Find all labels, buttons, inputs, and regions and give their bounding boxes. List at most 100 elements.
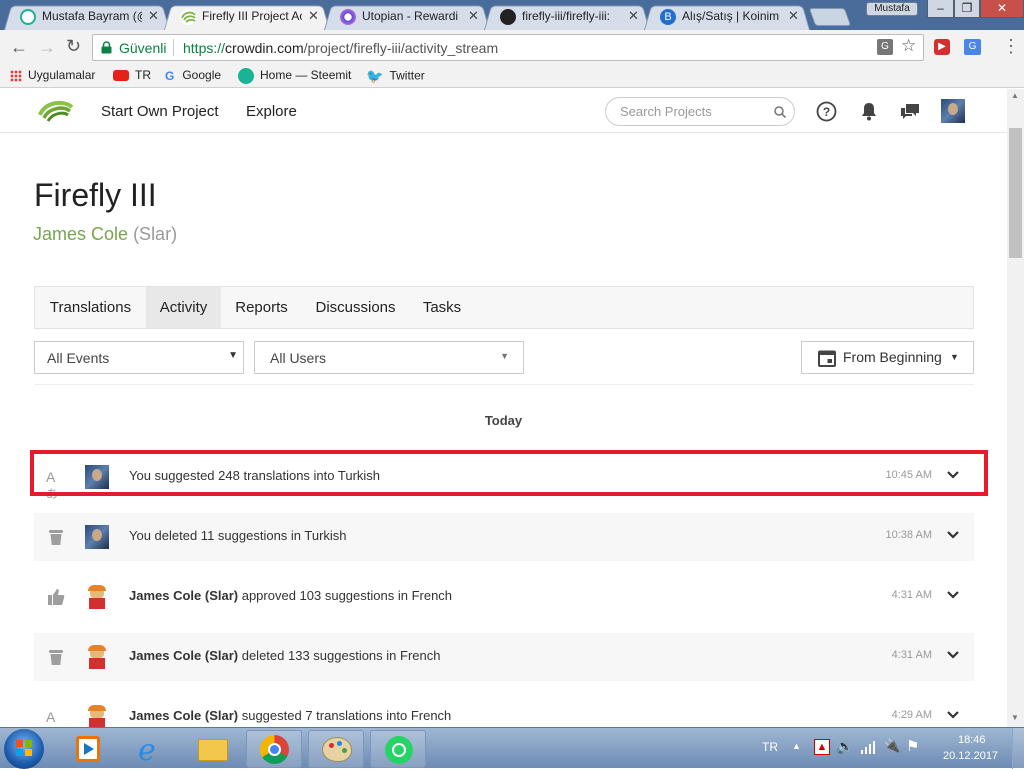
tab-activity[interactable]: Activity — [146, 287, 221, 328]
tab-tasks[interactable]: Tasks — [409, 287, 475, 328]
chevron-down-icon[interactable] — [946, 589, 960, 601]
minimize-button[interactable]: – — [927, 0, 954, 18]
scroll-down-icon[interactable]: ▼ — [1011, 713, 1019, 722]
bookmark-apps[interactable]: Uygulamalar — [10, 68, 95, 84]
clock-time[interactable]: 18:46 — [958, 734, 986, 746]
trash-icon — [49, 530, 63, 545]
activity-time: 10:38 AM — [885, 529, 932, 541]
activity-row[interactable]: James Cole (Slar) deleted 133 suggestion… — [34, 633, 974, 681]
project-owner[interactable]: James Cole (Slar) — [33, 224, 177, 245]
close-tab-icon[interactable]: ✕ — [468, 8, 479, 24]
tab-title: Utopian - Rewardi — [362, 9, 459, 23]
back-icon[interactable]: ← — [10, 37, 28, 58]
reload-icon[interactable]: ↻ — [66, 36, 81, 57]
chevron-down-icon[interactable] — [946, 529, 960, 541]
chevron-down-icon[interactable] — [946, 649, 960, 661]
dropdown-caret-icon: ▼ — [500, 351, 509, 361]
maximize-button[interactable]: ❐ — [954, 0, 980, 18]
clock-date[interactable]: 20.12.2017 — [943, 750, 998, 762]
whatsapp-taskbar-icon[interactable] — [370, 730, 426, 768]
tab-translations[interactable]: Translations — [35, 287, 146, 328]
lock-icon — [101, 41, 112, 54]
close-tab-icon[interactable]: ✕ — [788, 8, 799, 24]
activity-row[interactable]: Aあ James Cole (Slar) suggested 7 transla… — [34, 693, 974, 727]
file-explorer-taskbar-icon[interactable] — [185, 730, 241, 768]
start-button[interactable] — [4, 729, 44, 769]
activity-text: James Cole (Slar) approved 103 suggestio… — [129, 588, 453, 603]
power-icon[interactable]: 🔌 — [884, 738, 900, 754]
browser-tab[interactable]: B Alış/Satış | Koinim ✕ — [644, 3, 810, 31]
start-own-project-link[interactable]: Start Own Project — [101, 103, 219, 120]
youtube-icon — [113, 70, 129, 82]
chrome-taskbar-icon[interactable] — [246, 730, 302, 768]
paint-taskbar-icon[interactable] — [308, 730, 364, 768]
chevron-down-icon[interactable] — [946, 709, 960, 721]
scrollbar-thumb[interactable] — [1009, 128, 1022, 258]
search-input[interactable]: Search Projects — [605, 97, 795, 126]
security-label: Güvenli — [119, 40, 167, 56]
notifications-bell-icon[interactable] — [861, 102, 877, 121]
steemit-favicon-icon — [20, 9, 36, 25]
bookmark-twitter[interactable]: 🐦 Twitter — [366, 68, 425, 84]
site-header: Start Own Project Explore Search Project… — [0, 89, 1007, 133]
internet-explorer-taskbar-icon[interactable]: e — [124, 730, 180, 768]
close-window-button[interactable]: ✕ — [980, 0, 1024, 18]
extension-icon[interactable]: ▶ — [934, 39, 950, 55]
scroll-up-icon[interactable]: ▲ — [1011, 91, 1019, 100]
show-desktop-button[interactable] — [1012, 728, 1024, 769]
antivirus-icon[interactable]: ▲ — [814, 739, 830, 755]
page-scrollbar[interactable]: ▲ ▼ — [1007, 89, 1024, 727]
dropdown-caret-icon: ▼ — [950, 352, 959, 362]
translate-icon: Aあ — [46, 709, 56, 725]
language-indicator[interactable]: TR — [762, 740, 778, 754]
explore-link[interactable]: Explore — [246, 103, 297, 120]
svg-text:?: ? — [823, 105, 830, 119]
users-filter-select[interactable]: All Users ▼ — [254, 341, 524, 374]
cartoon-avatar — [85, 645, 109, 669]
volume-icon[interactable]: 🔈 — [836, 738, 853, 755]
windows-taskbar: e TR ▲ ▲ 🔈 🔌 ⚑ 18:46 20.12.2017 — [0, 727, 1024, 769]
bookmark-google[interactable]: G Google — [165, 68, 221, 84]
messages-icon[interactable] — [900, 103, 920, 120]
tab-title: Alış/Satış | Koinim — [682, 9, 780, 23]
tab-title: firefly-iii/firefly-iii: — [522, 9, 610, 23]
browser-tab[interactable]: Utopian - Rewardi ✕ — [324, 3, 490, 31]
browser-tab-active[interactable]: Firefly III Project Ac ✕ — [164, 3, 330, 31]
menu-icon[interactable]: ⋮ — [1002, 36, 1020, 57]
bookmark-steemit[interactable]: Home — Steemit — [238, 68, 351, 84]
close-tab-icon[interactable]: ✕ — [148, 8, 159, 24]
profile-button[interactable]: Mustafa — [866, 2, 918, 16]
close-tab-icon[interactable]: ✕ — [628, 8, 639, 24]
browser-tab[interactable]: firefly-iii/firefly-iii: ✕ — [484, 3, 650, 31]
browser-tab[interactable]: Mustafa Bayram (@ ✕ — [4, 3, 170, 31]
koinim-favicon-icon: B — [660, 9, 676, 25]
bookmark-star-icon[interactable]: ☆ — [901, 36, 916, 56]
tab-reports[interactable]: Reports — [221, 287, 302, 328]
search-icon[interactable] — [774, 106, 786, 118]
address-bar[interactable]: Güvenli https://crowdin.com/project/fire… — [92, 34, 924, 61]
browser-tab-strip: Mustafa Bayram (@ ✕ Firefly III Project … — [0, 0, 1024, 31]
media-player-taskbar-icon[interactable] — [60, 730, 116, 768]
network-signal-icon[interactable] — [860, 740, 876, 754]
browser-toolbar: ← → ↻ Güvenli https://crowdin.com/projec… — [0, 30, 1024, 64]
activity-row[interactable]: You deleted 11 suggestions in Turkish 10… — [34, 513, 974, 561]
new-tab-button[interactable] — [808, 8, 852, 26]
help-icon[interactable]: ? — [816, 101, 837, 122]
period-filter-button[interactable]: From Beginning ▼ — [801, 341, 974, 374]
user-avatar[interactable] — [941, 99, 965, 123]
google-translate-extension-icon[interactable]: G — [964, 39, 981, 55]
activity-time: 4:31 AM — [891, 589, 932, 601]
activity-row[interactable]: James Cole (Slar) approved 103 suggestio… — [34, 573, 974, 621]
translate-page-icon[interactable]: G — [877, 39, 893, 55]
action-center-flag-icon[interactable]: ⚑ — [906, 737, 919, 755]
show-hidden-icons-icon[interactable]: ▲ — [792, 741, 801, 751]
apps-grid-icon — [10, 69, 22, 82]
user-avatar — [85, 525, 109, 549]
crowdin-logo-icon[interactable] — [36, 97, 74, 125]
events-filter-select[interactable]: All Events ▼ — [34, 341, 244, 374]
forward-icon[interactable]: → — [38, 37, 56, 58]
bookmark-tr[interactable]: TR — [113, 68, 151, 84]
day-label: Today — [484, 413, 523, 428]
tab-discussions[interactable]: Discussions — [302, 287, 409, 328]
close-tab-icon[interactable]: ✕ — [308, 8, 319, 24]
